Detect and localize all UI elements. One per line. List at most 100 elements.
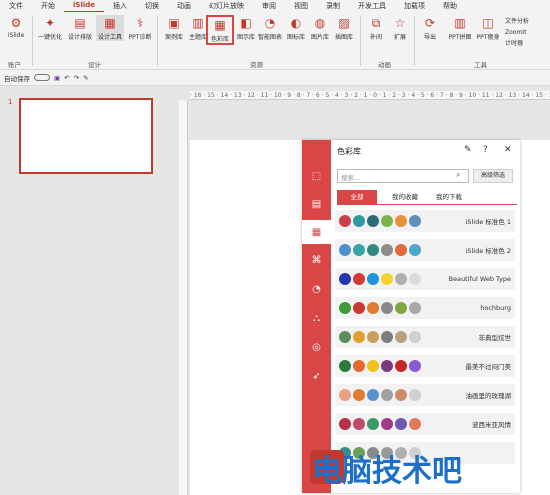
color-swatch[interactable] xyxy=(339,302,351,314)
extend-button[interactable]: ☆ 扩展 xyxy=(386,15,414,41)
color-swatch[interactable] xyxy=(381,273,393,285)
color-swatch[interactable] xyxy=(353,389,365,401)
color-swatch[interactable] xyxy=(409,389,421,401)
palette-row[interactable]: Beautiful Web Type xyxy=(335,268,515,290)
save-icon[interactable]: ▣ xyxy=(54,74,60,82)
smart-chart-button[interactable]: ◔ 智能图表 xyxy=(256,15,284,41)
rocket-icon[interactable]: ➶ xyxy=(302,364,331,388)
color-swatch[interactable] xyxy=(367,215,379,227)
color-swatch[interactable] xyxy=(409,244,421,256)
color-swatch[interactable] xyxy=(395,215,407,227)
color-swatch[interactable] xyxy=(409,331,421,343)
help-icon[interactable]: ? xyxy=(483,145,488,155)
color-swatch[interactable] xyxy=(381,418,393,430)
palette-row[interactable]: hochburg xyxy=(335,297,515,319)
search-icon[interactable]: ⌕ xyxy=(456,170,460,180)
color-swatch[interactable] xyxy=(353,331,365,343)
diagram-icon[interactable]: ⌘ xyxy=(302,248,331,272)
palette-row[interactable]: 波西米亚风情 xyxy=(335,413,515,435)
color-swatch[interactable] xyxy=(395,331,407,343)
menu-slideshow[interactable]: 幻灯片放映 xyxy=(200,0,253,12)
menu-addins[interactable]: 加载项 xyxy=(395,0,434,12)
color-swatch[interactable] xyxy=(353,418,365,430)
color-swatch[interactable] xyxy=(381,215,393,227)
case-icon[interactable]: ⬚ xyxy=(302,164,331,188)
color-swatch[interactable] xyxy=(367,273,379,285)
color-swatch[interactable] xyxy=(353,360,365,372)
color-swatch[interactable] xyxy=(381,244,393,256)
color-swatch[interactable] xyxy=(353,215,365,227)
autosave-toggle[interactable] xyxy=(34,74,50,81)
color-swatch[interactable] xyxy=(409,302,421,314)
color-swatch[interactable] xyxy=(339,389,351,401)
one-click-optimize-button[interactable]: ✦ 一键优化 xyxy=(36,15,64,41)
palette-row[interactable]: iSlide 标准色 2 xyxy=(335,239,515,261)
menu-animations[interactable]: 动画 xyxy=(168,0,200,12)
format-painter-icon[interactable]: ✎ xyxy=(83,74,88,82)
tab-downloads[interactable]: 我的下载 xyxy=(429,190,469,204)
color-swatch[interactable] xyxy=(395,273,407,285)
color-swatch[interactable] xyxy=(409,215,421,227)
color-swatch[interactable] xyxy=(367,331,379,343)
slide-thumbnail[interactable] xyxy=(19,98,153,174)
tab-all[interactable]: 全部 xyxy=(337,190,377,204)
color-library-button[interactable]: ▦ 色彩库 xyxy=(206,15,234,45)
color-swatch[interactable] xyxy=(409,273,421,285)
menu-help[interactable]: 帮助 xyxy=(434,0,466,12)
menu-transitions[interactable]: 切换 xyxy=(136,0,168,12)
color-swatch[interactable] xyxy=(367,360,379,372)
color-swatch[interactable] xyxy=(367,389,379,401)
color-swatch[interactable] xyxy=(339,215,351,227)
color-swatch[interactable] xyxy=(395,302,407,314)
color-swatch[interactable] xyxy=(367,244,379,256)
color-swatch[interactable] xyxy=(381,331,393,343)
color-swatch[interactable] xyxy=(395,360,407,372)
picture-icon[interactable]: ◎ xyxy=(302,335,331,359)
menu-view[interactable]: 视图 xyxy=(285,0,317,12)
color-swatch[interactable] xyxy=(381,302,393,314)
palette-row[interactable]: 非典型炫世 xyxy=(335,326,515,348)
color-swatch[interactable] xyxy=(381,389,393,401)
color-swatch[interactable] xyxy=(409,418,421,430)
icon-icon[interactable]: ⛬ xyxy=(302,306,331,330)
advanced-filter-button[interactable]: 高级筛选 xyxy=(473,169,513,183)
theme-icon[interactable]: ▤ xyxy=(302,192,331,216)
ppt-puzzle-button[interactable]: ▥ PPT拼图 xyxy=(446,15,474,41)
menu-review[interactable]: 审阅 xyxy=(253,0,285,12)
islide-button[interactable]: ⚙ iSlide xyxy=(2,15,30,39)
close-icon[interactable]: ✕ xyxy=(504,145,512,155)
menu-file[interactable]: 文件 xyxy=(0,0,32,12)
menu-record[interactable]: 录制 xyxy=(317,0,349,12)
ppt-slim-button[interactable]: ◫ PPT瘦身 xyxy=(474,15,502,41)
color-swatch[interactable] xyxy=(353,244,365,256)
menu-developer[interactable]: 开发工具 xyxy=(349,0,395,12)
palette-row[interactable]: iSlide 标准色 1 xyxy=(335,210,515,232)
color-swatch[interactable] xyxy=(381,360,393,372)
ppt-diagnose-button[interactable]: ⚕ PPT诊断 xyxy=(126,15,154,41)
color-swatch[interactable] xyxy=(339,418,351,430)
chart-icon[interactable]: ◔ xyxy=(302,277,331,301)
zoomit-button[interactable]: ZoomIt xyxy=(505,27,529,38)
palette-icon[interactable]: ▦ xyxy=(302,220,331,244)
color-swatch[interactable] xyxy=(395,418,407,430)
color-swatch[interactable] xyxy=(353,302,365,314)
color-swatch[interactable] xyxy=(367,418,379,430)
file-analysis-button[interactable]: 文件分析 xyxy=(505,16,529,27)
edit-icon[interactable]: ✎ xyxy=(464,145,472,155)
export-button[interactable]: ⟳ 导出 xyxy=(416,15,444,41)
timer-button[interactable]: 计时器 xyxy=(505,38,529,49)
color-swatch[interactable] xyxy=(339,360,351,372)
menu-insert[interactable]: 插入 xyxy=(104,0,136,12)
color-swatch[interactable] xyxy=(353,273,365,285)
redo-icon[interactable]: ↷ xyxy=(74,74,79,82)
search-input[interactable]: 搜索... xyxy=(337,169,469,183)
design-layout-button[interactable]: ▤ 设计排版 xyxy=(66,15,94,41)
color-swatch[interactable] xyxy=(339,273,351,285)
menu-home[interactable]: 开始 xyxy=(32,0,64,12)
undo-icon[interactable]: ↶ xyxy=(64,74,69,82)
design-tools-button[interactable]: ▦ 设计工具 xyxy=(96,15,124,41)
tab-favorites[interactable]: 我的收藏 xyxy=(385,190,425,204)
palette-row[interactable]: 最美不过闷门美 xyxy=(335,355,515,377)
color-swatch[interactable] xyxy=(395,244,407,256)
color-swatch[interactable] xyxy=(339,331,351,343)
